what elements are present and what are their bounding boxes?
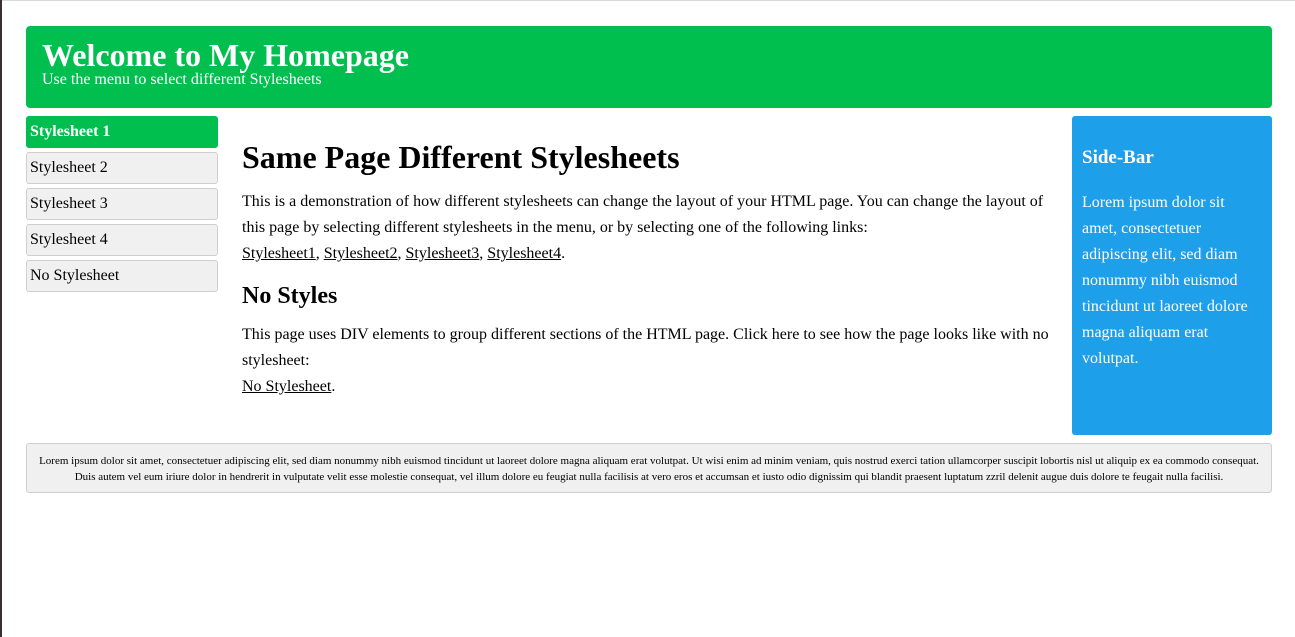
page-subtitle: Use the menu to select different Stylesh… [42, 71, 322, 88]
page-footer: Lorem ipsum dolor sit amet, consectetuer… [26, 443, 1272, 493]
menu-item-stylesheet-1[interactable]: Stylesheet 1 [26, 116, 218, 148]
link-separator: , [315, 245, 324, 262]
no-styles-text: This page uses DIV elements to group dif… [242, 326, 1049, 369]
menu-item-stylesheet-2[interactable]: Stylesheet 2 [26, 152, 218, 184]
top-border [0, 0, 1295, 1]
page-title: Welcome to My Homepage [42, 37, 409, 73]
link-separator: , [397, 245, 406, 262]
no-styles-paragraph: This page uses DIV elements to group dif… [242, 322, 1057, 400]
menu-item-stylesheet-4[interactable]: Stylesheet 4 [26, 224, 218, 256]
footer-text: Lorem ipsum dolor sit amet, consectetuer… [39, 455, 1259, 483]
stylesheet-menu: Stylesheet 1 Stylesheet 2 Stylesheet 3 S… [26, 116, 218, 296]
menu-item-no-stylesheet[interactable]: No Stylesheet [26, 260, 218, 292]
no-styles-end-period: . [331, 378, 336, 395]
main-heading: Same Page Different Stylesheets [242, 139, 680, 175]
page-header: Welcome to My Homepage Use the menu to s… [26, 26, 1272, 108]
sidebar-title: Side-Bar [1082, 147, 1154, 168]
no-styles-heading: No Styles [242, 283, 338, 309]
link-stylesheet3[interactable]: Stylesheet3 [406, 245, 480, 262]
side-bar: Side-Bar Lorem ipsum dolor sit amet, con… [1072, 116, 1272, 435]
link-stylesheet1[interactable]: Stylesheet1 [242, 245, 316, 262]
menu-item-stylesheet-3[interactable]: Stylesheet 3 [26, 188, 218, 220]
link-stylesheet2[interactable]: Stylesheet2 [324, 245, 398, 262]
intro-paragraph: This is a demonstration of how different… [242, 189, 1057, 267]
intro-text: This is a demonstration of how different… [242, 193, 1044, 236]
window-left-edge [0, 0, 2, 637]
link-stylesheet4[interactable]: Stylesheet4 [487, 245, 561, 262]
link-end-period: . [561, 245, 566, 262]
main-content: Same Page Different Stylesheets This is … [242, 138, 1057, 400]
sidebar-text: Lorem ipsum dolor sit amet, consectetuer… [1082, 194, 1248, 367]
link-no-stylesheet[interactable]: No Stylesheet [242, 378, 331, 395]
